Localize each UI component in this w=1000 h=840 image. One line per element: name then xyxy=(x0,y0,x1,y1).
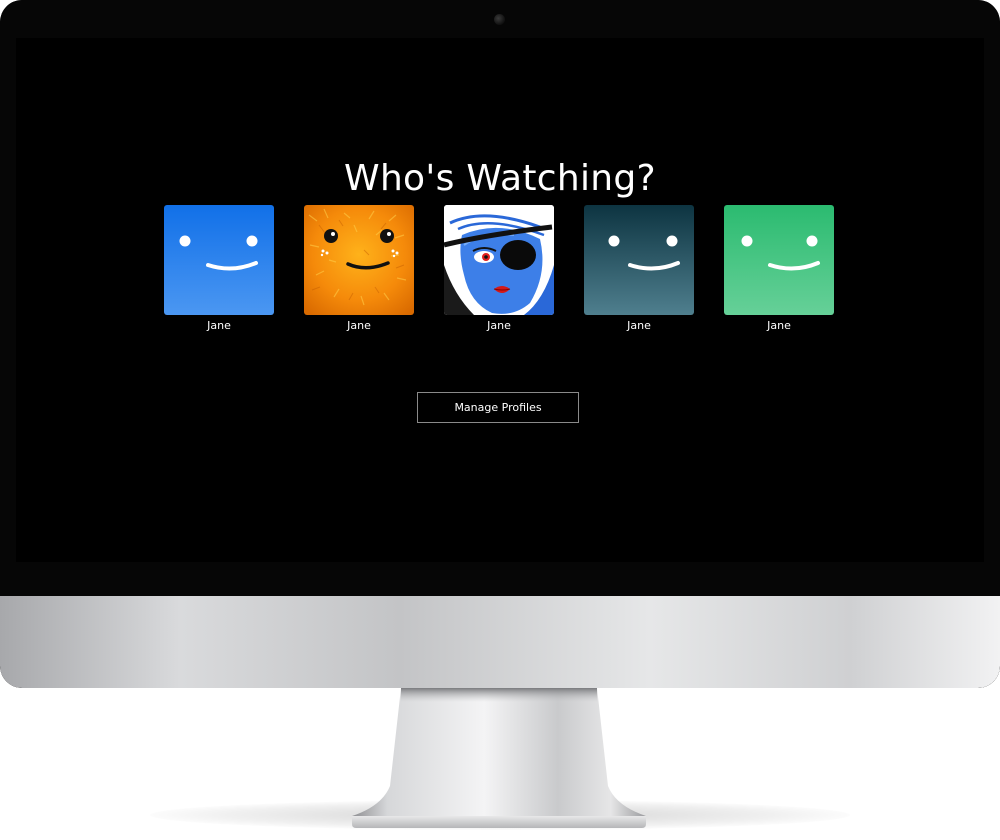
imac-mockup: Who's Watching? Jane Jane Jane Jane Jane… xyxy=(0,0,1000,840)
profile-name: Jane xyxy=(207,319,231,332)
screen: Who's Watching? Jane Jane Jane Jane Jane… xyxy=(16,38,984,562)
monitor-stand xyxy=(346,688,652,830)
profile-name: Jane xyxy=(767,319,791,332)
manage-profiles-button[interactable]: Manage Profiles xyxy=(417,392,579,423)
profile-list: Jane Jane Jane Jane Jane xyxy=(164,205,844,335)
profile-card[interactable]: Jane xyxy=(164,205,274,335)
profile-card[interactable]: Jane xyxy=(724,205,834,335)
profile-card[interactable]: Jane xyxy=(584,205,694,335)
camera-icon xyxy=(494,14,505,25)
smiley-green-avatar-icon[interactable] xyxy=(724,205,834,315)
page-title: Who's Watching? xyxy=(344,158,656,200)
pirate-woman-avatar-icon[interactable] xyxy=(444,205,554,315)
monitor-chin xyxy=(0,596,1000,688)
smiley-blue-avatar-icon[interactable] xyxy=(164,205,274,315)
smiley-dark-teal-avatar-icon[interactable] xyxy=(584,205,694,315)
monitor: Who's Watching? Jane Jane Jane Jane Jane… xyxy=(0,0,1000,688)
smiley-orange-fuzzy-avatar-icon[interactable] xyxy=(304,205,414,315)
profile-card[interactable]: Jane xyxy=(304,205,414,335)
profile-name: Jane xyxy=(347,319,371,332)
profile-name: Jane xyxy=(487,319,511,332)
profile-name: Jane xyxy=(627,319,651,332)
profile-card[interactable]: Jane xyxy=(444,205,554,335)
